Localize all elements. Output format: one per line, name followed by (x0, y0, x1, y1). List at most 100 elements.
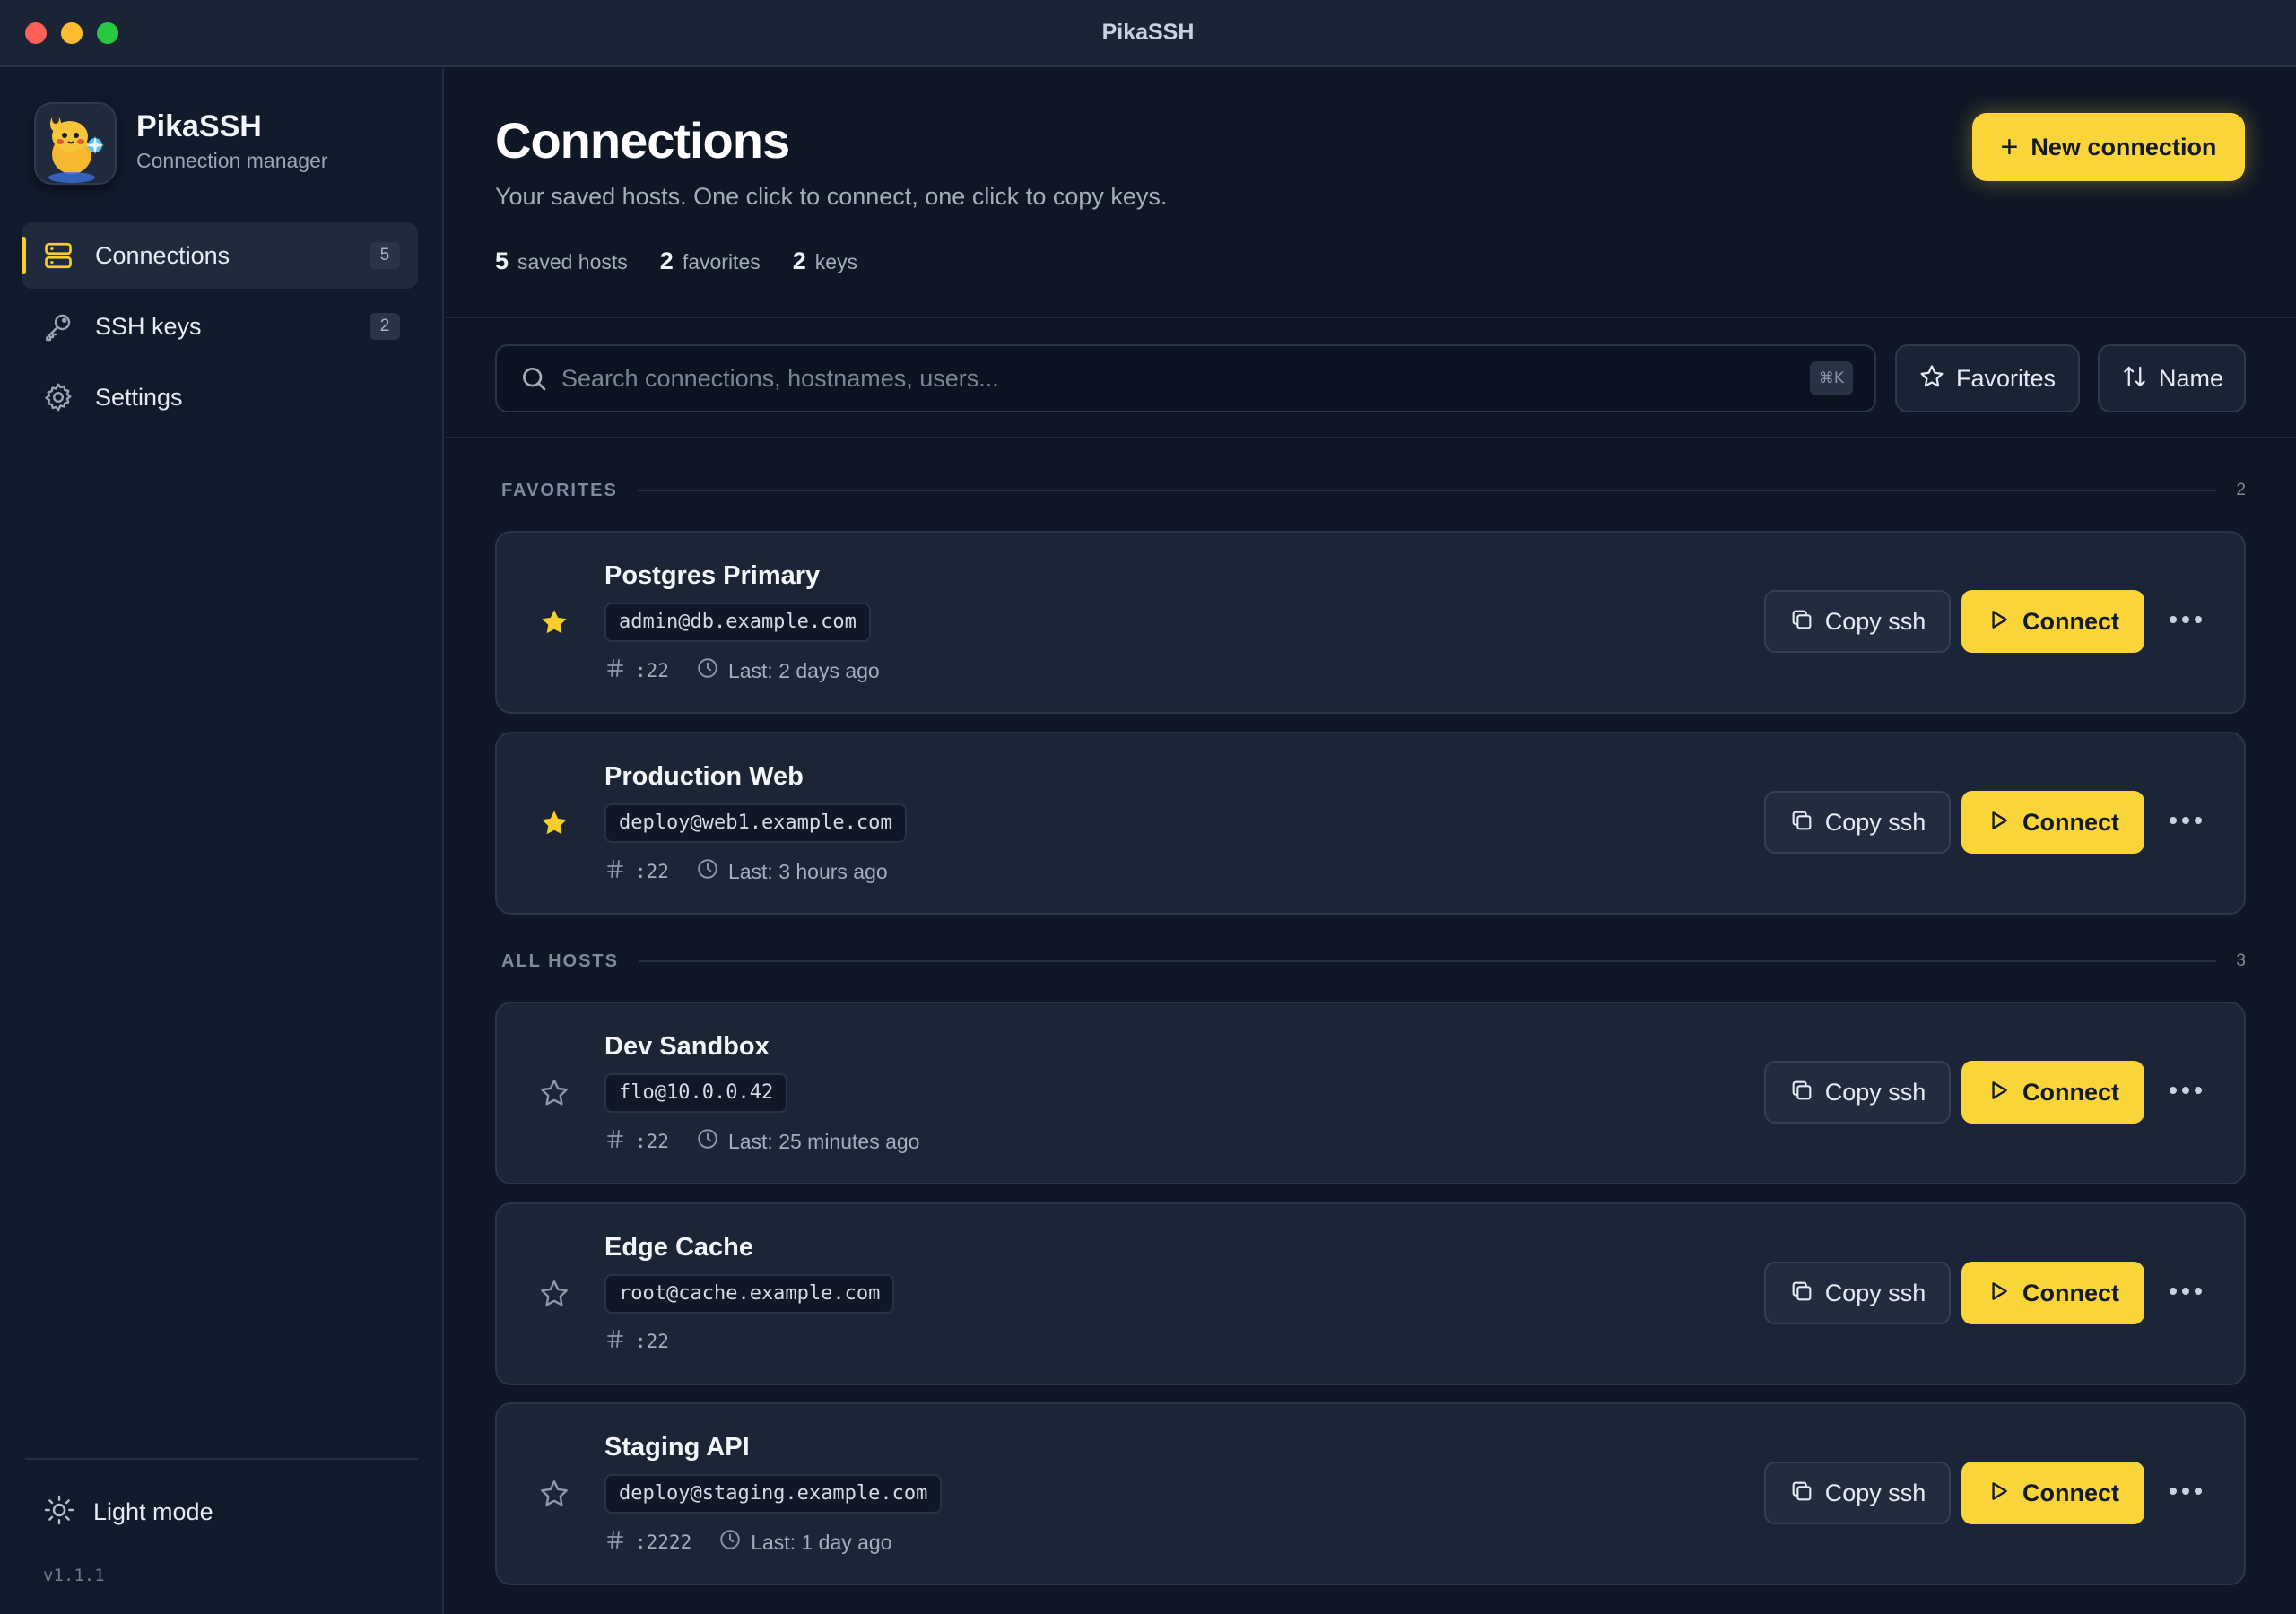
star-filled-icon[interactable] (538, 807, 570, 839)
last-connected-text: Last: 2 days ago (727, 658, 880, 682)
key-icon (41, 309, 75, 343)
hash-icon (604, 1529, 626, 1556)
connection-name: Postgres Primary (604, 561, 821, 590)
play-icon (1987, 1480, 2010, 1507)
hash-icon (604, 858, 626, 885)
sidebar-item-label: SSH keys (95, 312, 202, 340)
connection-host: admin@db.example.com (604, 603, 871, 642)
connection-name: Edge Cache (604, 1233, 753, 1262)
connection-card: Postgres Primary admin@db.example.com :2… (495, 531, 2246, 714)
sidebar-nav: Connections 5 SSH keys 2 Settings (22, 222, 418, 435)
copy-icon (1789, 1078, 1814, 1107)
sort-arrows-icon (2121, 363, 2148, 395)
app-name: PikaSSH (136, 109, 262, 143)
connection-host: deploy@web1.example.com (604, 803, 907, 843)
connection-meta: :22 Last: 2 days ago (604, 656, 880, 685)
stat-keys: 2 keys (793, 247, 857, 275)
connection-port: :22 (635, 1131, 669, 1152)
light-mode-toggle[interactable]: Light mode (43, 1494, 213, 1531)
connect-label: Connect (2022, 1479, 2119, 1506)
section-count: 3 (2236, 951, 2246, 970)
connect-button[interactable]: Connect (1961, 1061, 2144, 1124)
sort-button[interactable]: Name (2098, 344, 2246, 412)
main-content: Connections Your saved hosts. One click … (446, 68, 2296, 1614)
connect-label: Connect (2022, 808, 2119, 836)
last-connected-text: Last: 25 minutes ago (727, 1129, 920, 1153)
star-outline-icon[interactable] (538, 1278, 570, 1310)
copy-ssh-label: Copy ssh (1824, 808, 1926, 836)
connect-button[interactable]: Connect (1961, 590, 2144, 653)
more-options-button[interactable] (2163, 1472, 2208, 1514)
connection-name: Dev Sandbox (604, 1032, 770, 1061)
search-input[interactable] (561, 351, 1810, 405)
last-connected: Last: 25 minutes ago (696, 1127, 920, 1156)
ellipsis-icon (2168, 1084, 2204, 1100)
stat-label: favorites (682, 250, 761, 273)
play-icon (1987, 809, 2010, 837)
last-connected-text: Last: 1 day ago (751, 1530, 892, 1554)
connection-meta: :22 Last: 25 minutes ago (604, 1127, 919, 1156)
sidebar-item-connections[interactable]: Connections 5 (22, 222, 418, 289)
favorites-filter-label: Favorites (1956, 364, 2057, 392)
search-bar: ⌘K (495, 344, 1876, 412)
star-outline-icon[interactable] (538, 1478, 570, 1510)
section-label: FAVORITES (501, 480, 618, 500)
clock-icon (696, 857, 719, 886)
divider (446, 317, 2296, 318)
new-connection-label: New connection (2031, 133, 2217, 161)
title-bar: PikaSSH (0, 0, 2296, 67)
ellipsis-icon (2168, 613, 2204, 629)
more-options-button[interactable] (2163, 1072, 2208, 1113)
hash-icon (604, 1128, 626, 1155)
more-options-button[interactable] (2163, 601, 2208, 642)
copy-ssh-button[interactable]: Copy ssh (1764, 791, 1951, 854)
section-header-all-hosts: ALL HOSTS 3 (501, 948, 2246, 975)
connection-host: flo@10.0.0.42 (604, 1073, 788, 1113)
star-outline-icon[interactable] (538, 1077, 570, 1109)
page-title: Connections (495, 112, 790, 169)
clock-icon (696, 656, 719, 685)
play-icon (1987, 608, 2010, 636)
stat-value: 5 (495, 247, 509, 274)
connection-host: deploy@staging.example.com (604, 1474, 943, 1514)
connect-button[interactable]: Connect (1961, 791, 2144, 854)
star-filled-icon[interactable] (538, 606, 570, 638)
section-count: 2 (2236, 481, 2246, 499)
sun-icon (43, 1494, 75, 1531)
sidebar-item-ssh-keys[interactable]: SSH keys 2 (22, 293, 418, 360)
sort-label: Name (2159, 364, 2224, 392)
search-icon (518, 363, 549, 394)
new-connection-button[interactable]: + New connection (1972, 113, 2245, 181)
brand: PikaSSH Connection manager (34, 102, 429, 185)
connection-port: :22 (635, 660, 669, 681)
copy-ssh-button[interactable]: Copy ssh (1764, 590, 1951, 653)
more-options-button[interactable] (2163, 802, 2208, 843)
copy-icon (1789, 1479, 1814, 1508)
copy-ssh-button[interactable]: Copy ssh (1764, 1462, 1951, 1524)
clock-icon (696, 1127, 719, 1156)
app-version: v1.1.1 (43, 1566, 105, 1585)
play-icon (1987, 1079, 2010, 1106)
copy-ssh-button[interactable]: Copy ssh (1764, 1262, 1951, 1324)
connection-port: :22 (635, 1331, 669, 1352)
plus-icon: + (2000, 130, 2019, 164)
ellipsis-icon (2168, 1285, 2204, 1301)
more-options-button[interactable] (2163, 1272, 2208, 1314)
ellipsis-icon (2168, 1485, 2204, 1501)
window-title: PikaSSH (1101, 20, 1195, 45)
copy-ssh-button[interactable]: Copy ssh (1764, 1061, 1951, 1124)
sidebar-item-settings[interactable]: Settings (22, 364, 418, 430)
section-rule (637, 490, 2217, 491)
hash-icon (604, 657, 626, 684)
page-subtitle: Your saved hosts. One click to connect, … (495, 183, 1168, 210)
play-icon (1987, 1280, 2010, 1307)
connection-name: Production Web (604, 762, 804, 791)
connection-name: Staging API (604, 1433, 750, 1462)
connection-port: :2222 (635, 1532, 692, 1553)
connect-button[interactable]: Connect (1961, 1462, 2144, 1524)
connection-meta: :22 Last: 3 hours ago (604, 857, 888, 886)
connect-button[interactable]: Connect (1961, 1262, 2144, 1324)
ellipsis-icon (2168, 814, 2204, 830)
favorites-filter-button[interactable]: Favorites (1895, 344, 2080, 412)
copy-ssh-label: Copy ssh (1824, 1479, 1926, 1506)
